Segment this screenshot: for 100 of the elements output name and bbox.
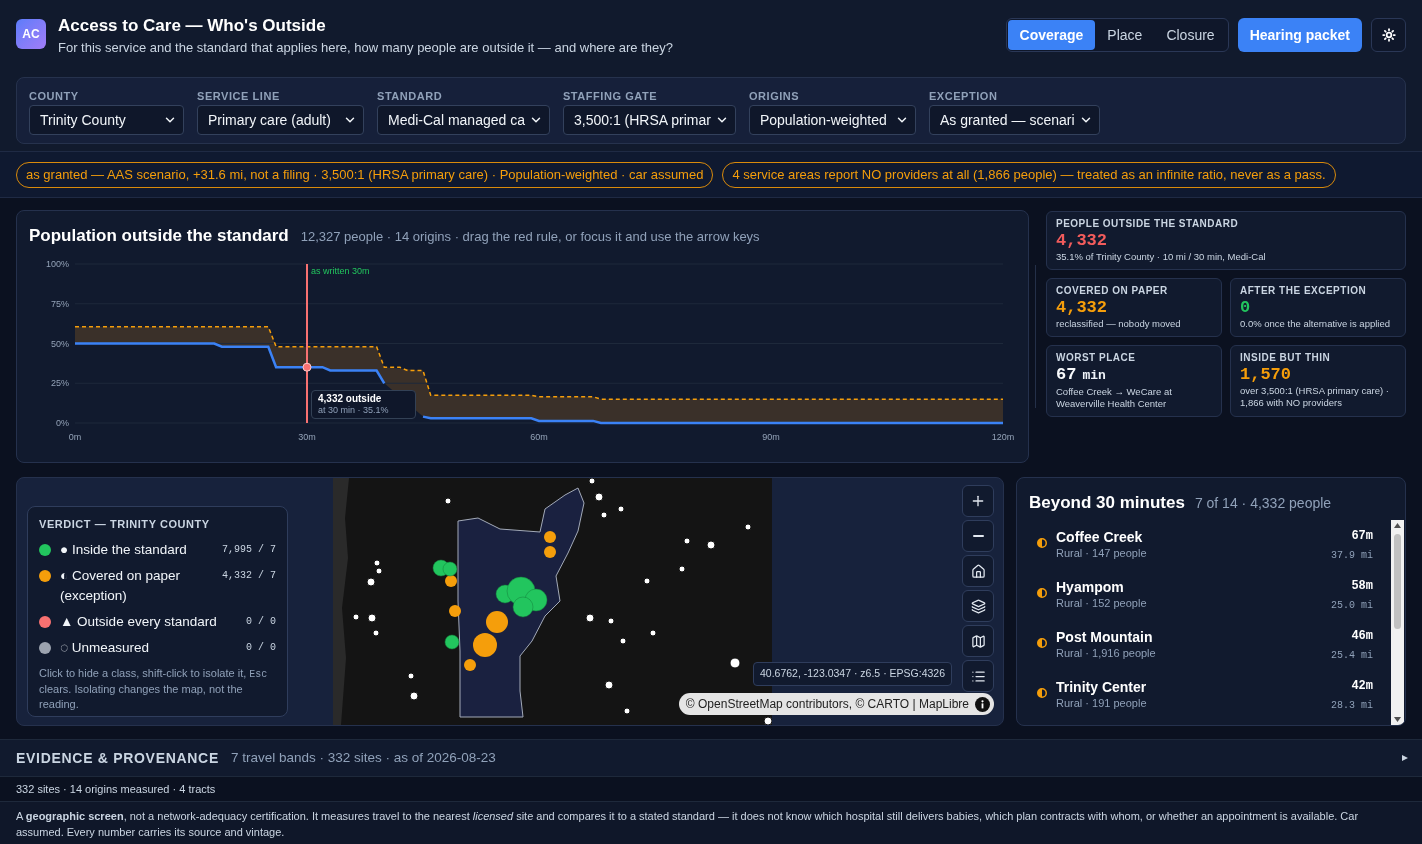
site-dot [619,637,627,645]
attribution-text[interactable]: © OpenStreetMap contributors, © CARTO | MapLibre [685,695,969,713]
stat-label: WORST PLACE [1056,352,1137,364]
stat-label: INSIDE BUT THIN [1240,352,1332,364]
view-tab[interactable]: Closure [1154,20,1227,50]
app-logo: AC [16,19,46,49]
travel-distance: 28.3 mi [1331,699,1373,713]
legend-label[interactable]: ◌ Unmeasured [60,638,240,658]
site-dot [604,680,614,690]
origin-marker[interactable] [445,575,457,587]
home-icon [970,563,986,579]
filter-label: ORIGINS [748,89,801,103]
half-circle-icon [1037,638,1047,648]
origin-marker[interactable] [442,561,458,577]
filter-dropdown[interactable]: Population-weighted [748,105,916,135]
legend-label[interactable]: ● Inside the standard [60,540,216,560]
filter-dropdown[interactable]: As granted — scenari [928,105,1100,135]
site-dot [706,540,716,550]
origin-marker[interactable] [544,531,556,543]
tooltip-detail: at 30 min · 35.1% [318,405,390,417]
legend-count: 4,332 / 7 [222,569,276,583]
layers-button[interactable] [962,590,994,622]
travel-distance: 37.9 mi [1331,549,1373,563]
chart-subtitle: 12,327 people · 14 origins · drag the red rule, or focus it and use the arrow keys [300,228,760,246]
zoom-in-button[interactable] [962,485,994,517]
legend-title: VERDICT — TRINITY COUNTY [39,517,211,531]
list-title: Beyond 30 minutes [1029,492,1185,514]
stat-value: 1,570 [1240,364,1291,385]
scrollbar-thumb[interactable] [1394,534,1401,629]
list-icon [970,668,986,684]
evidence-summary: 7 travel bands · 332 sites · as of 2026-08-23 [230,748,496,767]
site-dot [444,497,452,505]
site-dot [585,613,595,623]
filter-dropdown[interactable]: Primary care (adult) [197,105,364,135]
tooltip-title: 4,332 outside [318,393,383,406]
origin-marker[interactable] [486,611,508,633]
filter-dropdown[interactable]: Trinity County [29,105,184,135]
plus-icon [970,493,986,509]
filter-label: COUNTY [29,89,80,103]
hearing-packet-button[interactable]: Hearing packet [1237,18,1362,52]
scroll-down-icon[interactable] [1394,717,1401,722]
travel-distance: 25.0 mi [1331,599,1373,613]
x-tick-label: 120m [991,432,1015,442]
view-tab[interactable]: Coverage [1007,20,1096,50]
filter-dropdown[interactable]: 3,500:1 (HRSA primar [562,105,736,135]
origin-marker[interactable] [473,633,497,657]
origin-marker[interactable] [512,596,534,618]
place-name[interactable]: Hyampom [1056,578,1331,596]
legend-count: 0 / 0 [246,641,276,655]
legend-hint: Click to hide a class, shift-click to isolate it, Esc clears. Isolating changes the map, not the reading. [39,666,269,712]
filter-label: EXCEPTION [928,89,999,103]
site-dot [744,523,752,531]
info-icon[interactable] [975,696,990,712]
zoom-out-button[interactable] [962,520,994,552]
site-dot [366,577,376,587]
stat-label: PEOPLE OUTSIDE THE STANDARD [1056,218,1240,230]
travel-time: 67m [1351,528,1373,544]
legend-label[interactable]: ▲ Outside every standard [60,612,240,632]
site-dot [607,617,615,625]
site-dot [407,672,415,680]
legend-count: 0 / 0 [246,615,276,629]
basemap-button[interactable] [962,625,994,657]
half-circle-icon [1037,538,1047,548]
disclaimer-text: A geographic screen, not a network-adequacy certification. It measures travel to the nearest licensed site and compares it to a stated standard — it does not know which hospital still delivers babies, which plan contracts with whom, or whether an appointment is available. Car assumed. Every number carries its source and vintage. [16,809,1360,840]
place-detail: Rural · 152 people [1056,596,1148,611]
origin-marker[interactable] [449,605,461,617]
view-tab[interactable]: Place [1095,20,1155,50]
coordinates-readout: 40.6762, -123.0347 · z6.5 · EPSG:4326 [752,662,952,686]
site-dot [678,565,686,573]
stat-detail: 35.1% of Trinity County · 10 mi / 30 min, Medi-Cal [1056,251,1267,263]
site-dot [409,691,419,701]
scroll-up-icon[interactable] [1394,523,1401,528]
site-dot [623,707,631,715]
site-dot [372,629,380,637]
stat-label: COVERED ON PAPER [1056,285,1169,297]
site-dot [617,505,625,513]
rule-point [302,362,312,372]
site-dot [600,511,608,519]
theme-toggle-button[interactable] [1371,18,1406,52]
place-name[interactable]: Trinity Center [1056,678,1331,696]
scrollbar-track[interactable] [1391,520,1404,725]
filter-dropdown[interactable]: Medi-Cal managed ca [377,105,550,135]
layers-icon [970,598,986,614]
stat-detail: reclassified — nobody moved [1056,318,1182,330]
legend-label[interactable]: ◐ Covered on paper (exception) [60,566,216,606]
place-name[interactable]: Coffee Creek [1056,528,1331,546]
place-name[interactable]: Post Mountain [1056,628,1331,646]
origin-marker[interactable] [464,659,476,671]
evidence-header[interactable]: EVIDENCE & PROVENANCE 7 travel bands · 332 sites · as of 2026-08-23 [0,739,1422,777]
home-button[interactable] [962,555,994,587]
place-detail: Rural · 1,916 people [1056,646,1157,661]
list-button[interactable] [962,660,994,692]
travel-time: 42m [1351,678,1373,694]
chart-title: Population outside the standard [29,225,289,247]
origin-marker[interactable] [544,546,556,558]
site-dot [594,492,604,502]
origin-marker[interactable] [444,634,460,650]
place-detail: Rural · 191 people [1056,696,1148,711]
travel-time: 46m [1351,628,1373,644]
rule-label: as written 30m [311,266,370,276]
